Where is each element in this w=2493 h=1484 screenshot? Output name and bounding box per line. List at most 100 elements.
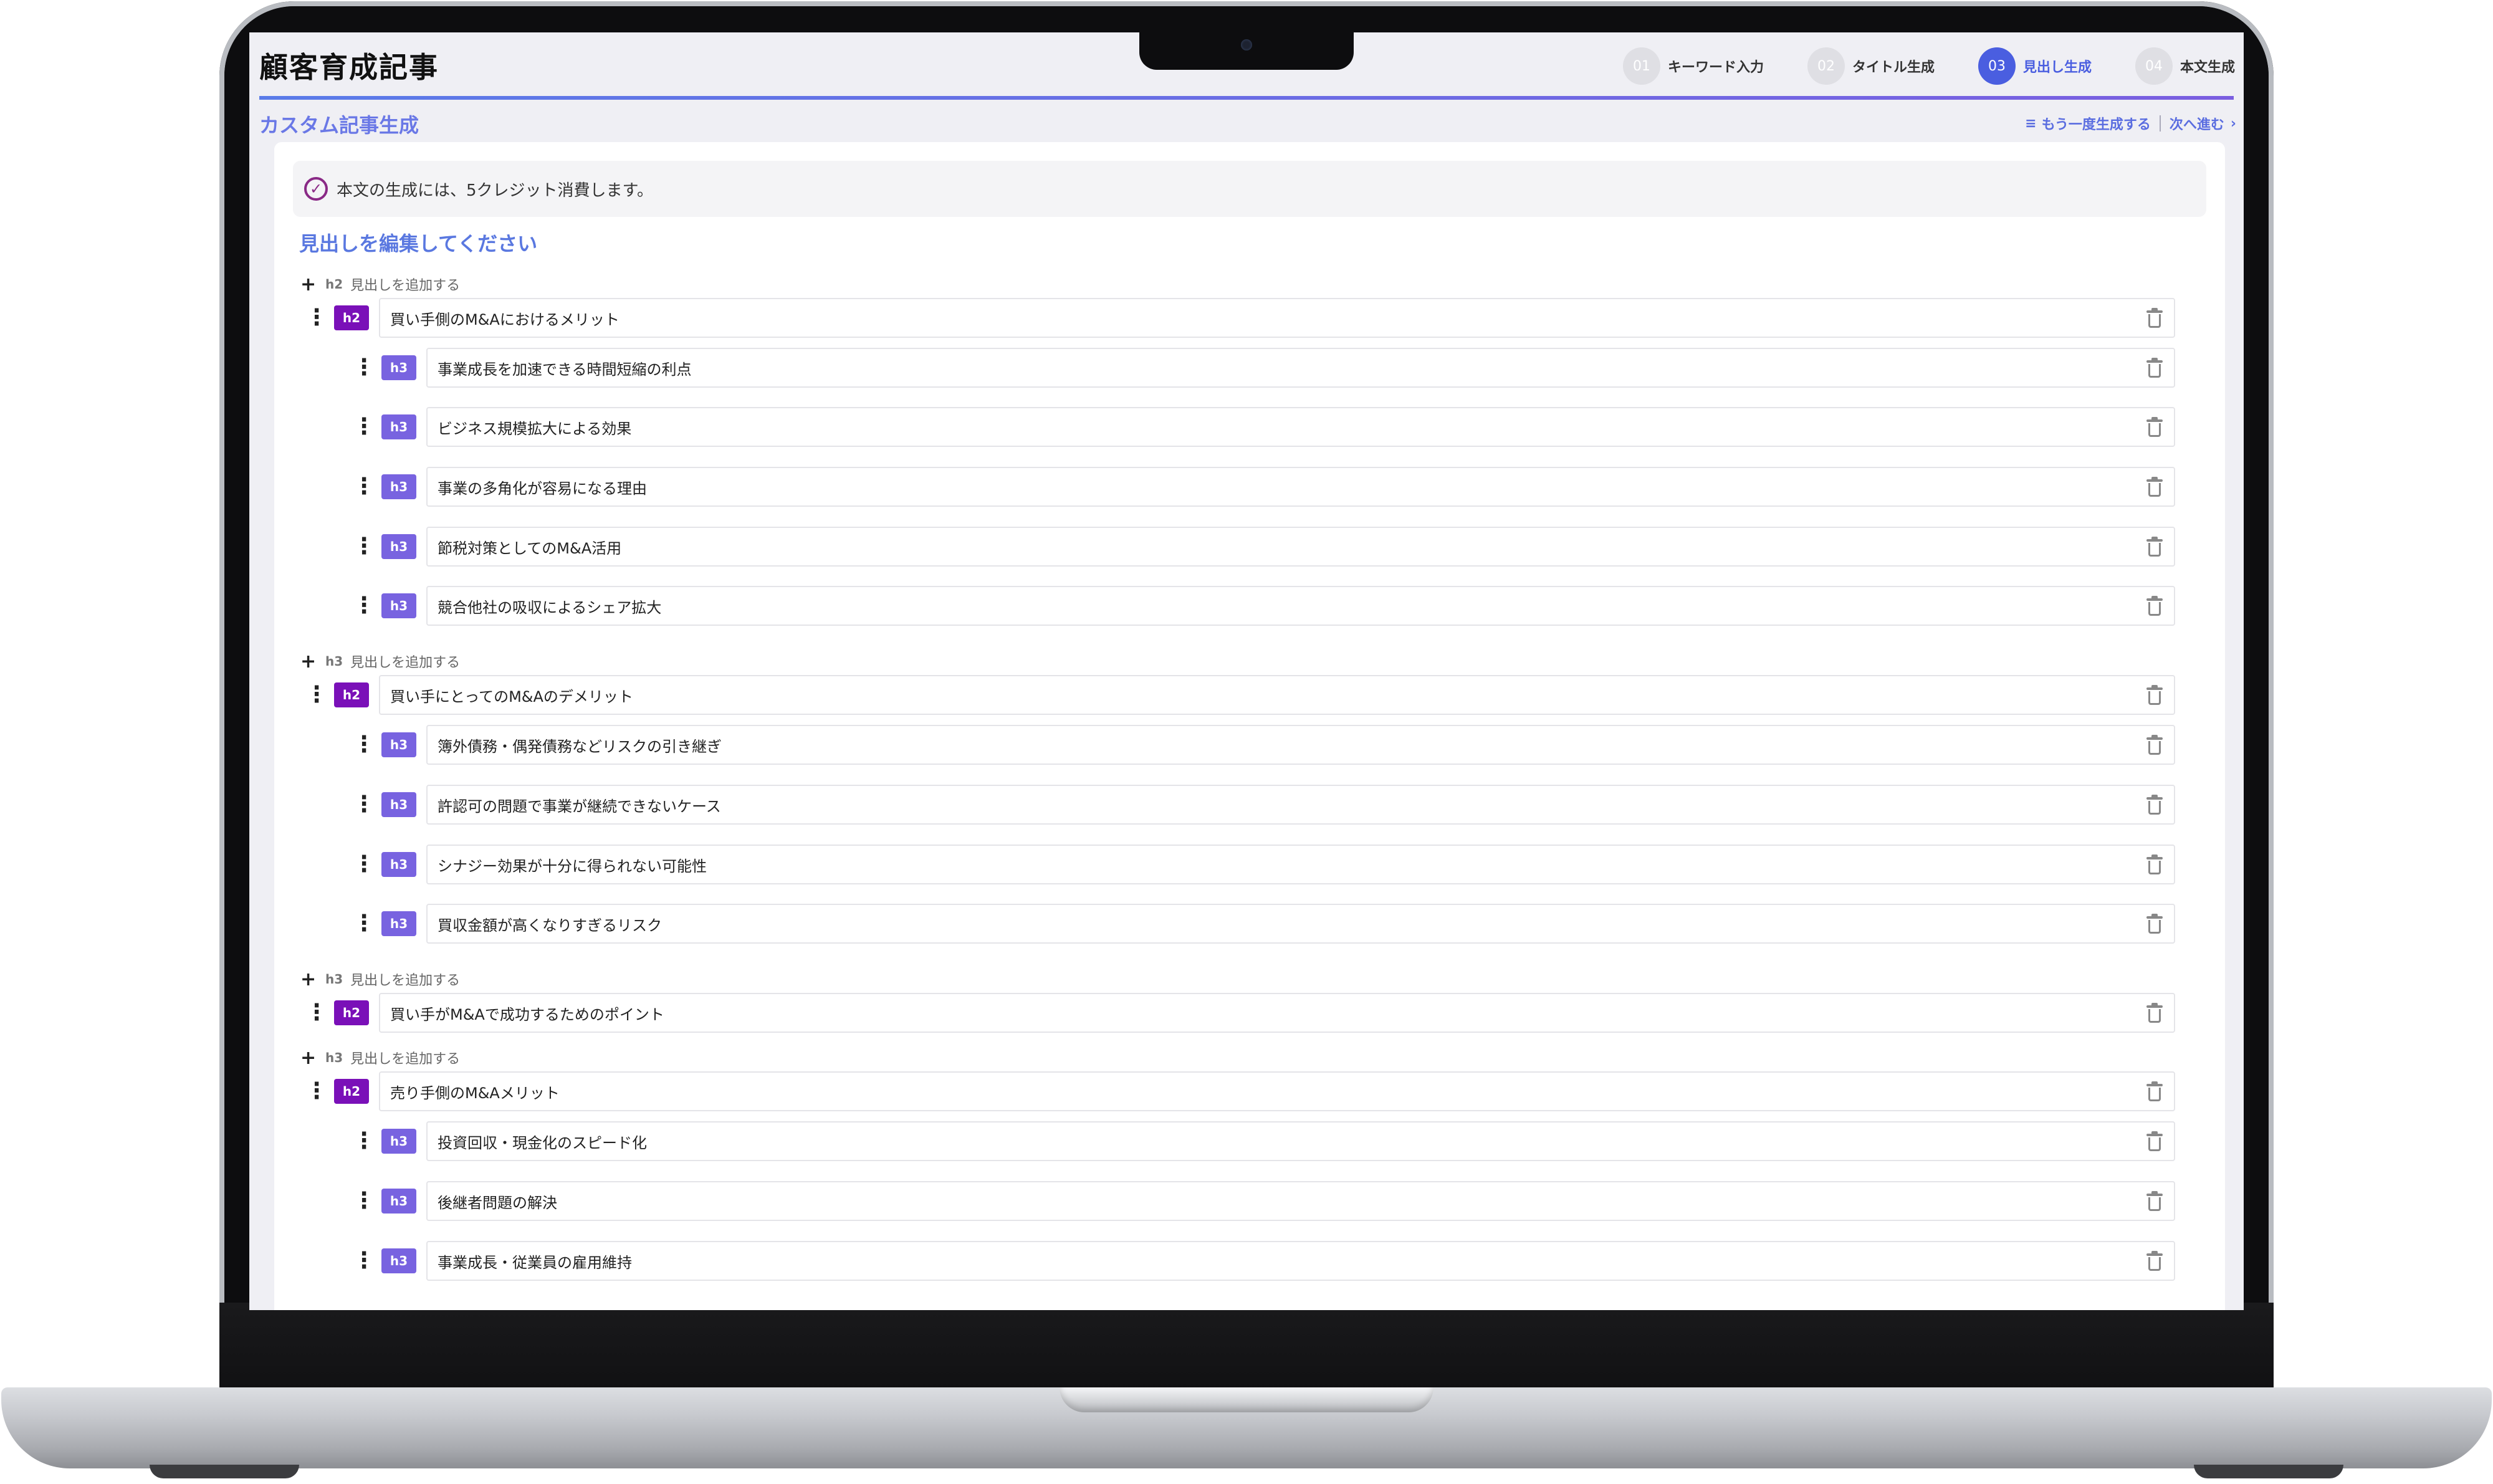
heading-text-field[interactable]: 事業成長・従業員の雇用維持 <box>426 1241 2175 1281</box>
drag-handle-icon[interactable]: ⋮ <box>305 307 328 329</box>
heading-level-tag: h3 <box>381 534 416 559</box>
drag-handle-icon[interactable]: ⋮ <box>353 357 375 379</box>
step-number: 03 <box>1978 47 2016 85</box>
trash-icon[interactable] <box>2146 537 2163 557</box>
drag-handle-icon[interactable]: ⋮ <box>353 595 375 617</box>
heading-text-field[interactable]: 簿外債務・偶発債務などリスクの引き継ぎ <box>426 725 2175 765</box>
step-title[interactable]: 02 タイトル生成 <box>1807 47 1935 85</box>
add-heading-row[interactable]: + h3 見出しを追加する <box>300 968 460 990</box>
heading-level-tag: h3 <box>381 852 416 877</box>
chevron-right-icon: › <box>2230 115 2236 132</box>
action-separator <box>2159 115 2161 132</box>
heading-level-tag: h2 <box>334 682 369 707</box>
heading-text-field[interactable]: シナジー効果が十分に得られない可能性 <box>426 845 2175 884</box>
drag-handle-icon[interactable]: ⋮ <box>353 793 375 816</box>
trash-icon[interactable] <box>2146 596 2163 616</box>
heading-row-h3: ⋮ h3 事業成長・従業員の雇用維持 <box>353 1241 2175 1281</box>
heading-row-h3: ⋮ h3 節税対策としてのM&A活用 <box>353 527 2175 567</box>
drag-handle-icon[interactable]: ⋮ <box>353 1190 375 1212</box>
regenerate-button[interactable]: もう一度生成する <box>2042 113 2151 133</box>
drag-handle-icon[interactable]: ⋮ <box>353 416 375 438</box>
subheader: カスタム記事生成 ≡ もう一度生成する 次へ進む › <box>249 105 2244 142</box>
heading-text: 事業成長・従業員の雇用維持 <box>438 1253 632 1271</box>
drag-handle-icon[interactable]: ⋮ <box>353 734 375 756</box>
heading-level-tag: h3 <box>381 355 416 380</box>
drag-handle-icon[interactable]: ⋮ <box>305 1002 328 1024</box>
heading-text-field[interactable]: 許認可の問題で事業が継続できないケース <box>426 785 2175 825</box>
heading-row-h3: ⋮ h3 投資回収・現金化のスピード化 <box>353 1121 2175 1161</box>
trash-icon[interactable] <box>2146 308 2163 328</box>
heading-row-h3: ⋮ h3 ビジネス規模拡大による効果 <box>353 407 2175 447</box>
heading-row-h3: ⋮ h3 買収金額が高くなりすぎるリスク <box>353 904 2175 944</box>
heading-text: 買い手側のM&Aにおけるメリット <box>390 310 620 328</box>
trash-icon[interactable] <box>2146 795 2163 815</box>
page-title: カスタム記事生成 <box>259 113 419 137</box>
heading-text-field[interactable]: 投資回収・現金化のスピード化 <box>426 1121 2175 1161</box>
add-heading-row[interactable]: + h3 見出しを追加する <box>300 650 460 673</box>
add-heading-row[interactable]: + h3 見出しを追加する <box>300 1046 460 1069</box>
heading-text-field[interactable]: 後継者問題の解決 <box>426 1181 2175 1221</box>
heading-text-field[interactable]: 買い手にとってのM&Aのデメリット <box>379 675 2175 715</box>
trash-icon[interactable] <box>2146 417 2163 437</box>
trash-icon[interactable] <box>2146 1003 2163 1023</box>
step-keyword[interactable]: 01 キーワード入力 <box>1622 47 1764 85</box>
drag-handle-icon[interactable]: ⋮ <box>353 853 375 876</box>
trash-icon[interactable] <box>2146 1191 2163 1211</box>
next-button[interactable]: 次へ進む <box>2170 113 2224 133</box>
section-title: 見出しを編集してください <box>299 232 538 256</box>
heading-level-tag: h3 <box>381 474 416 499</box>
heading-row-h3: ⋮ h3 許認可の問題で事業が継続できないケース <box>353 785 2175 825</box>
plus-icon: + <box>300 968 317 990</box>
heading-level-tag: h2 <box>334 1079 369 1104</box>
plus-icon: + <box>300 1046 317 1069</box>
heading-text-field[interactable]: 節税対策としてのM&A活用 <box>426 527 2175 567</box>
add-heading-label: 見出しを追加する <box>350 655 461 671</box>
add-heading-row[interactable]: + h2 見出しを追加する <box>300 273 460 295</box>
credit-notice-text: 本文の生成には、5クレジット消費します。 <box>337 181 653 200</box>
heading-row-h2: ⋮ h2 買い手にとってのM&Aのデメリット <box>305 675 2175 715</box>
add-heading-level: h3 <box>325 1050 343 1065</box>
trash-icon[interactable] <box>2146 1131 2163 1151</box>
heading-text: 簿外債務・偶発債務などリスクの引き継ぎ <box>438 737 722 755</box>
step-number: 02 <box>1807 47 1845 85</box>
add-heading-level: h3 <box>325 654 343 669</box>
drag-handle-icon[interactable]: ⋮ <box>353 1130 375 1152</box>
drag-handle-icon[interactable]: ⋮ <box>353 476 375 498</box>
step-body[interactable]: 04 本文生成 <box>2135 47 2235 85</box>
laptop-opening-notch <box>1060 1387 1433 1412</box>
add-heading-label: 見出しを追加する <box>350 1051 461 1067</box>
trash-icon[interactable] <box>2146 685 2163 705</box>
heading-text: 買い手がM&Aで成功するためのポイント <box>390 1005 664 1023</box>
heading-text-field[interactable]: 競合他社の吸収によるシェア拡大 <box>426 586 2175 626</box>
trash-icon[interactable] <box>2146 854 2163 874</box>
laptop-foot-left <box>150 1465 299 1478</box>
heading-text-field[interactable]: ビジネス規模拡大による効果 <box>426 407 2175 447</box>
step-indicator: 01 キーワード入力 02 タイトル生成 03 見出し生成 04 本文生成 <box>1579 47 2235 85</box>
trash-icon[interactable] <box>2146 1251 2163 1271</box>
drag-handle-icon[interactable]: ⋮ <box>305 684 328 706</box>
drag-handle-icon[interactable]: ⋮ <box>353 535 375 558</box>
trash-icon[interactable] <box>2146 914 2163 934</box>
heading-text: 買い手にとってのM&Aのデメリット <box>390 687 633 706</box>
trash-icon[interactable] <box>2146 358 2163 378</box>
trash-icon[interactable] <box>2146 1081 2163 1101</box>
drag-handle-icon[interactable]: ⋮ <box>353 912 375 935</box>
step-number: 01 <box>1622 47 1660 85</box>
drag-handle-icon[interactable]: ⋮ <box>353 1250 375 1272</box>
drag-handle-icon[interactable]: ⋮ <box>305 1080 328 1103</box>
heading-text-field[interactable]: 買収金額が高くなりすぎるリスク <box>426 904 2175 944</box>
trash-icon[interactable] <box>2146 477 2163 497</box>
heading-level-tag: h3 <box>381 732 416 757</box>
heading-text: 売り手側のM&Aメリット <box>390 1084 560 1102</box>
add-heading-level: h3 <box>325 972 343 987</box>
heading-text-field[interactable]: 売り手側のM&Aメリット <box>379 1071 2175 1111</box>
heading-text-field[interactable]: 事業成長を加速できる時間短縮の利点 <box>426 348 2175 388</box>
heading-row-h2: ⋮ h2 買い手がM&Aで成功するためのポイント <box>305 993 2175 1033</box>
heading-text-field[interactable]: 事業の多角化が容易になる理由 <box>426 467 2175 507</box>
heading-text-field[interactable]: 買い手がM&Aで成功するためのポイント <box>379 993 2175 1033</box>
trash-icon[interactable] <box>2146 735 2163 755</box>
step-headings[interactable]: 03 見出し生成 <box>1978 47 2092 85</box>
heading-level-tag: h3 <box>381 1189 416 1214</box>
app-title: 顧客育成記事 <box>259 50 439 84</box>
heading-text-field[interactable]: 買い手側のM&Aにおけるメリット <box>379 298 2175 338</box>
